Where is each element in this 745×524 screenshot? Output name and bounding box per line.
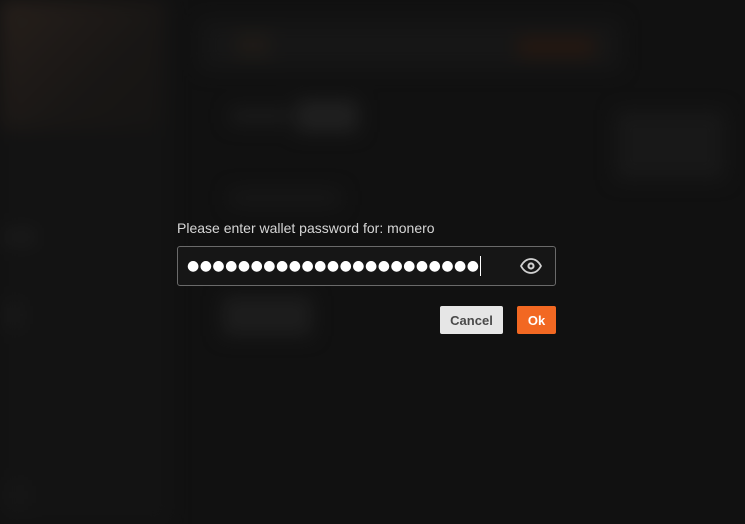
text-caret: [480, 256, 482, 276]
password-prompt-label: Please enter wallet password for: monero: [177, 220, 435, 236]
dialog-button-row: Cancel Ok: [177, 306, 556, 336]
cancel-button[interactable]: Cancel: [440, 306, 503, 334]
password-value[interactable]: ●●●●●●●●●●●●●●●●●●●●●●●: [187, 247, 482, 285]
ok-button[interactable]: Ok: [517, 306, 556, 334]
eye-icon-svg: [519, 258, 543, 274]
app-window: Please enter wallet password for: monero…: [0, 0, 745, 524]
password-masked-text: ●●●●●●●●●●●●●●●●●●●●●●●: [187, 258, 480, 274]
password-input[interactable]: ●●●●●●●●●●●●●●●●●●●●●●●: [177, 246, 556, 286]
eye-icon[interactable]: [519, 257, 543, 275]
password-dialog: Please enter wallet password for: monero…: [177, 218, 556, 336]
